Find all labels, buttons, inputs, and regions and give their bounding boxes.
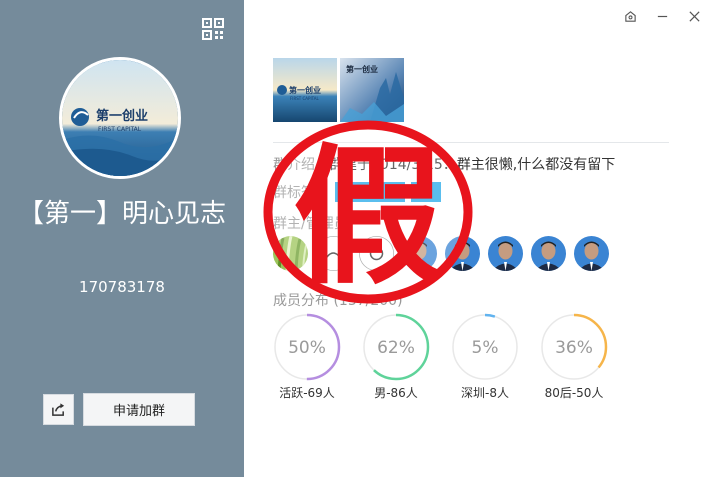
member-avatar[interactable] (445, 236, 480, 271)
group-photo[interactable]: 第一创业 (340, 58, 404, 122)
close-icon[interactable] (681, 6, 707, 26)
stat-percent: 5% (472, 338, 499, 358)
intro-label: 群介绍： (273, 157, 329, 173)
section-divider (273, 142, 669, 143)
member-avatar[interactable] (316, 236, 351, 271)
group-info-panel: 第一创业 FIRST CAPITAL 【第一】明心见志 170783178 申请… (0, 0, 244, 477)
photo-logo-text-en: FIRST CAPITAL (290, 96, 320, 101)
fake-stamp: 假 (262, 119, 474, 305)
stat-label: 男-86人 (374, 386, 418, 400)
member-avatar[interactable] (574, 236, 609, 271)
stat-label: 活跃-69人 (279, 386, 335, 400)
stat-active: 50% 活跃-69人 (273, 313, 341, 401)
stat-ring: 62% (362, 313, 430, 381)
group-tag[interactable] (411, 182, 441, 202)
member-distribution-heading: 成员分布 (137/200) (273, 290, 403, 310)
member-avatar[interactable] (488, 236, 523, 271)
group-avatar[interactable]: 第一创业 FIRST CAPITAL (59, 57, 181, 179)
stat-ring: 36% (540, 313, 608, 381)
member-distribution-count: (137/200) (333, 293, 403, 309)
qr-code-icon[interactable] (202, 18, 224, 40)
stat-age: 36% 80后-50人 (540, 313, 608, 401)
member-avatar[interactable] (273, 236, 308, 271)
window-controls (617, 6, 707, 26)
tags-label: 群标签： (273, 185, 329, 201)
stat-percent: 62% (377, 338, 415, 358)
group-photo-strip: 第一创业 FIRST CAPITAL 第一创业 (273, 58, 404, 122)
apply-join-button[interactable]: 申请加群 (83, 393, 195, 426)
group-profile-window: 第一创业 FIRST CAPITAL 【第一】明心见志 170783178 申请… (0, 0, 715, 477)
member-stats: 50% 活跃-69人 62% 男-86人 5% 深圳-8人 36% 80后-50… (273, 313, 608, 401)
admin-avatar-list (273, 236, 609, 271)
stat-label: 深圳-8人 (461, 386, 509, 400)
photo-logo-text-cn: 第一创业 (346, 64, 378, 74)
group-id: 170783178 (79, 278, 165, 296)
stat-region: 5% 深圳-8人 (451, 313, 519, 401)
share-button[interactable] (43, 394, 74, 425)
member-avatar[interactable] (359, 236, 394, 271)
member-distribution-label: 成员分布 (273, 293, 329, 309)
stat-gender: 62% 男-86人 (362, 313, 430, 401)
minimize-icon[interactable] (649, 6, 675, 26)
stat-ring: 5% (451, 313, 519, 381)
intro-text: 群建于2014/3/15：群主很懒,什么都没有留下 (329, 157, 616, 173)
member-avatar[interactable] (402, 236, 437, 271)
group-name: 【第一】明心见志 (17, 199, 226, 229)
stat-label: 80后-50人 (544, 386, 604, 400)
stat-percent: 50% (288, 338, 326, 358)
stat-percent: 36% (555, 338, 593, 358)
share-icon (52, 403, 65, 416)
group-intro: 群介绍：群建于2014/3/15：群主很懒,什么都没有留下 (273, 154, 615, 174)
admin-heading: 群主/管理员 (273, 216, 348, 232)
logo-text-cn: 第一创业 (96, 108, 148, 124)
skin-icon[interactable] (617, 6, 643, 26)
member-avatar[interactable] (531, 236, 566, 271)
group-tags: 群标签： (273, 182, 441, 202)
group-tag[interactable] (335, 182, 405, 202)
stat-ring: 50% (273, 313, 341, 381)
photo-logo-text-cn: 第一创业 (289, 85, 321, 95)
logo-text-en: FIRST CAPITAL (98, 126, 142, 133)
group-photo[interactable]: 第一创业 FIRST CAPITAL (273, 58, 337, 122)
